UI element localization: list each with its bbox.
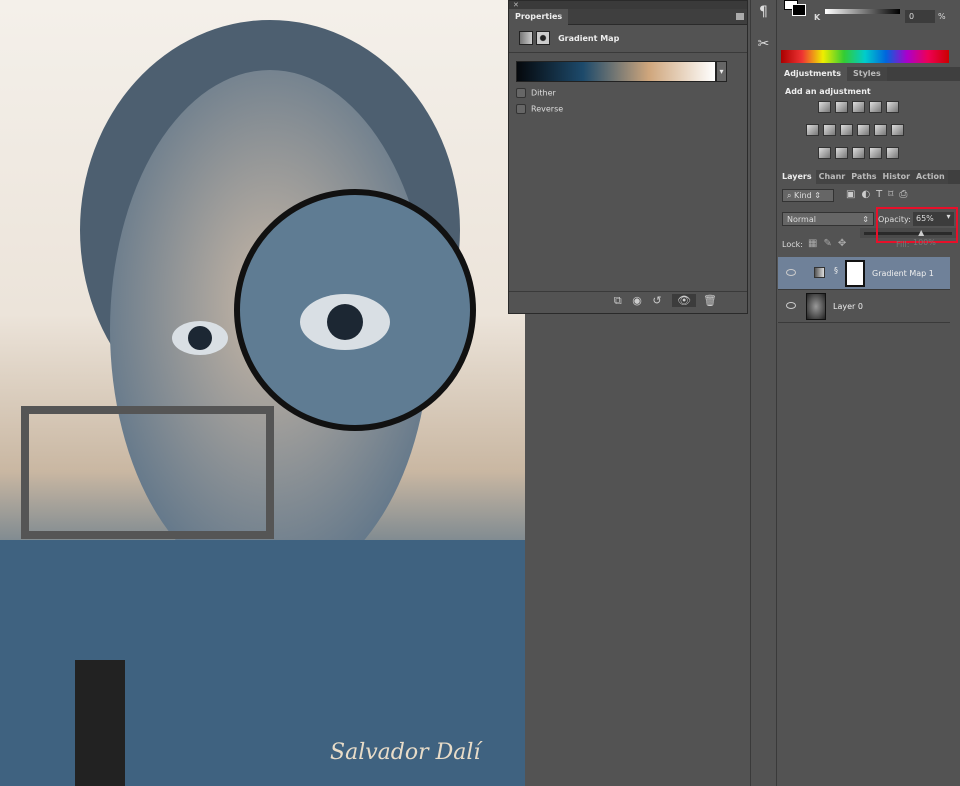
color-ramp[interactable] [781, 50, 949, 63]
tab-channels[interactable]: Chanr [815, 170, 849, 184]
adjustment-icons-row2[interactable] [804, 124, 906, 138]
background-color-swatch[interactable] [792, 4, 806, 16]
reverse-checkbox[interactable]: Reverse [516, 104, 747, 114]
layer-filter-icons[interactable]: ▣◐T⌑⎙ [846, 189, 913, 200]
link-icon[interactable]: § [834, 266, 838, 275]
reverse-label: Reverse [531, 104, 564, 114]
reset-icon[interactable]: ↺ [652, 294, 661, 307]
visibility-icon[interactable]: 👁 [672, 294, 697, 307]
adjustment-title: Gradient Map [558, 33, 620, 43]
gradient-preview[interactable] [516, 61, 716, 82]
k-channel-label: K [814, 13, 821, 22]
gradient-map-icon[interactable] [519, 31, 533, 45]
fill-label: Fill: [896, 240, 910, 249]
tab-actions[interactable]: Action [913, 170, 948, 184]
panel-close-icon[interactable]: ✕ [509, 1, 747, 9]
tab-styles[interactable]: Styles [846, 67, 887, 81]
dither-label: Dither [531, 88, 556, 98]
layer-mask-thumbnail[interactable] [845, 260, 865, 287]
collapsed-panel-strip: ¶ ✂ [750, 0, 777, 786]
lock-icons[interactable]: ▦✎✥ [808, 238, 852, 249]
k-unit: % [938, 12, 946, 21]
visibility-eye-icon[interactable] [786, 302, 796, 309]
layer-name[interactable]: Layer 0 [833, 302, 863, 311]
layer-row-gradient-map-1[interactable]: § Gradient Map 1 [778, 257, 950, 290]
visibility-eye-icon[interactable] [786, 269, 796, 276]
properties-panel: ✕ Properties Gradient Map ▾ Dither Rever… [508, 0, 748, 314]
delete-icon[interactable]: 🗑 [703, 294, 717, 307]
lock-label: Lock: [782, 240, 803, 249]
gradient-map-layer-icon [814, 267, 825, 278]
adjustments-heading: Add an adjustment [785, 87, 871, 96]
panel-menu-icon[interactable] [736, 13, 744, 20]
gradient-dropdown[interactable]: ▾ [716, 61, 727, 82]
k-slider[interactable] [825, 9, 900, 14]
tab-paths[interactable]: Paths [848, 170, 880, 184]
layer-row-layer-0[interactable]: Layer 0 [778, 290, 950, 323]
adjustment-icons-row3[interactable] [816, 147, 901, 161]
fill-input[interactable]: 100% [913, 238, 936, 247]
photo-image [0, 20, 525, 786]
adjustment-icons-row1[interactable] [816, 101, 901, 115]
layer-name[interactable]: Gradient Map 1 [872, 269, 934, 278]
tab-properties[interactable]: Properties [509, 9, 569, 25]
paragraph-icon[interactable]: ¶ [751, 4, 776, 20]
layer-thumbnail [806, 293, 826, 320]
tools-icon[interactable]: ✂ [751, 36, 776, 52]
signature: Salvador Dalí [330, 740, 481, 765]
filter-kind-select[interactable]: ⌕ Kind ⇕ [782, 189, 834, 202]
tab-adjustments[interactable]: Adjustments [778, 67, 847, 81]
right-panel: K 0 % Adjustments Styles Add an adjustmen… [778, 0, 960, 786]
view-previous-icon[interactable]: ◉ [632, 294, 642, 307]
dither-checkbox[interactable]: Dither [516, 88, 747, 98]
mask-icon[interactable] [535, 31, 550, 45]
tab-layers[interactable]: Layers [778, 170, 816, 184]
k-value-input[interactable]: 0 [905, 10, 935, 23]
blend-mode-select[interactable]: Normal ⇕ [782, 212, 874, 226]
tab-history[interactable]: Histor [879, 170, 914, 184]
document-canvas[interactable]: Salvador Dalí [0, 0, 525, 786]
clip-to-layer-icon[interactable]: ⧉ [614, 294, 622, 307]
